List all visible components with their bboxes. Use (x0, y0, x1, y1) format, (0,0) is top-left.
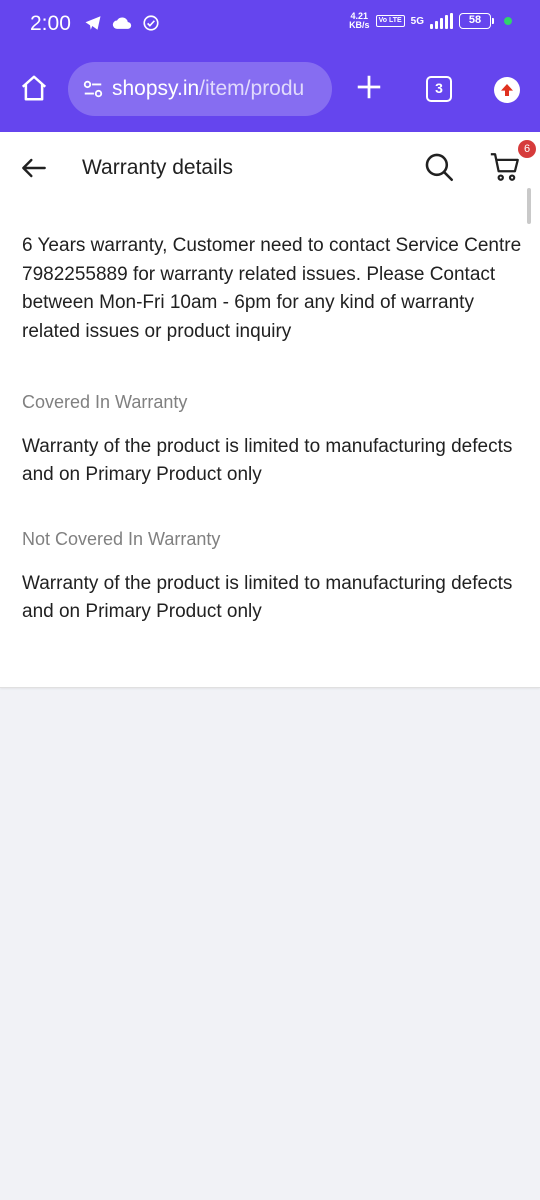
new-tab-button[interactable] (354, 72, 384, 102)
back-arrow-icon (22, 158, 46, 178)
status-right-icons: 4.21 KB/s Vo LTE 5G 58 (349, 12, 512, 30)
battery-icon: 58 (459, 13, 494, 29)
page-title: Warranty details (82, 156, 233, 179)
site-settings-icon (83, 80, 103, 98)
browser-chrome: 2:00 4.21 KB/s Vo LTE 5G 58 shopsy.in/it… (0, 0, 540, 132)
status-time: 2:00 (30, 12, 71, 35)
warranty-panel: Warranty details 6 6 Years warranty, Cus… (0, 132, 540, 688)
battery-level: 58 (459, 13, 491, 29)
home-button[interactable] (16, 70, 52, 106)
scrollbar[interactable] (527, 188, 531, 224)
tabs-button[interactable]: 3 (426, 76, 452, 102)
search-icon (425, 153, 454, 182)
cart-icon (490, 153, 519, 181)
warranty-content: 6 Years warranty, Customer need to conta… (22, 232, 522, 626)
volte-badge: Vo LTE (375, 15, 405, 27)
home-icon (21, 75, 47, 101)
network-speed: 4.21 KB/s (349, 11, 370, 30)
status-bar: 2:00 4.21 KB/s Vo LTE 5G 58 (0, 0, 540, 48)
covered-label: Covered In Warranty (22, 392, 188, 412)
update-icon (501, 84, 513, 96)
cart-button[interactable] (488, 150, 522, 184)
cart-count-badge: 6 (518, 140, 536, 158)
update-button[interactable] (494, 77, 520, 103)
network-type: 5G (410, 15, 424, 27)
page-header: Warranty details 6 (0, 132, 540, 204)
status-left-icons (84, 14, 160, 37)
plus-icon (357, 75, 381, 99)
url-text: shopsy.in/item/produ (112, 77, 305, 100)
privacy-indicator-dot (504, 17, 512, 25)
telegram-icon (84, 14, 102, 37)
browser-toolbar: shopsy.in/item/produ 3 (0, 56, 540, 126)
covered-text: Warranty of the product is limited to ma… (22, 436, 513, 485)
warranty-description: 6 Years warranty, Customer need to conta… (22, 235, 522, 342)
url-bar[interactable]: shopsy.in/item/produ (68, 62, 332, 116)
signal-icon (430, 13, 453, 29)
not-covered-text: Warranty of the product is limited to ma… (22, 573, 513, 622)
search-button[interactable] (422, 150, 456, 184)
back-button[interactable] (18, 152, 50, 184)
cloud-icon (112, 15, 132, 36)
not-covered-label: Not Covered In Warranty (22, 529, 221, 549)
check-circle-icon (142, 14, 160, 37)
